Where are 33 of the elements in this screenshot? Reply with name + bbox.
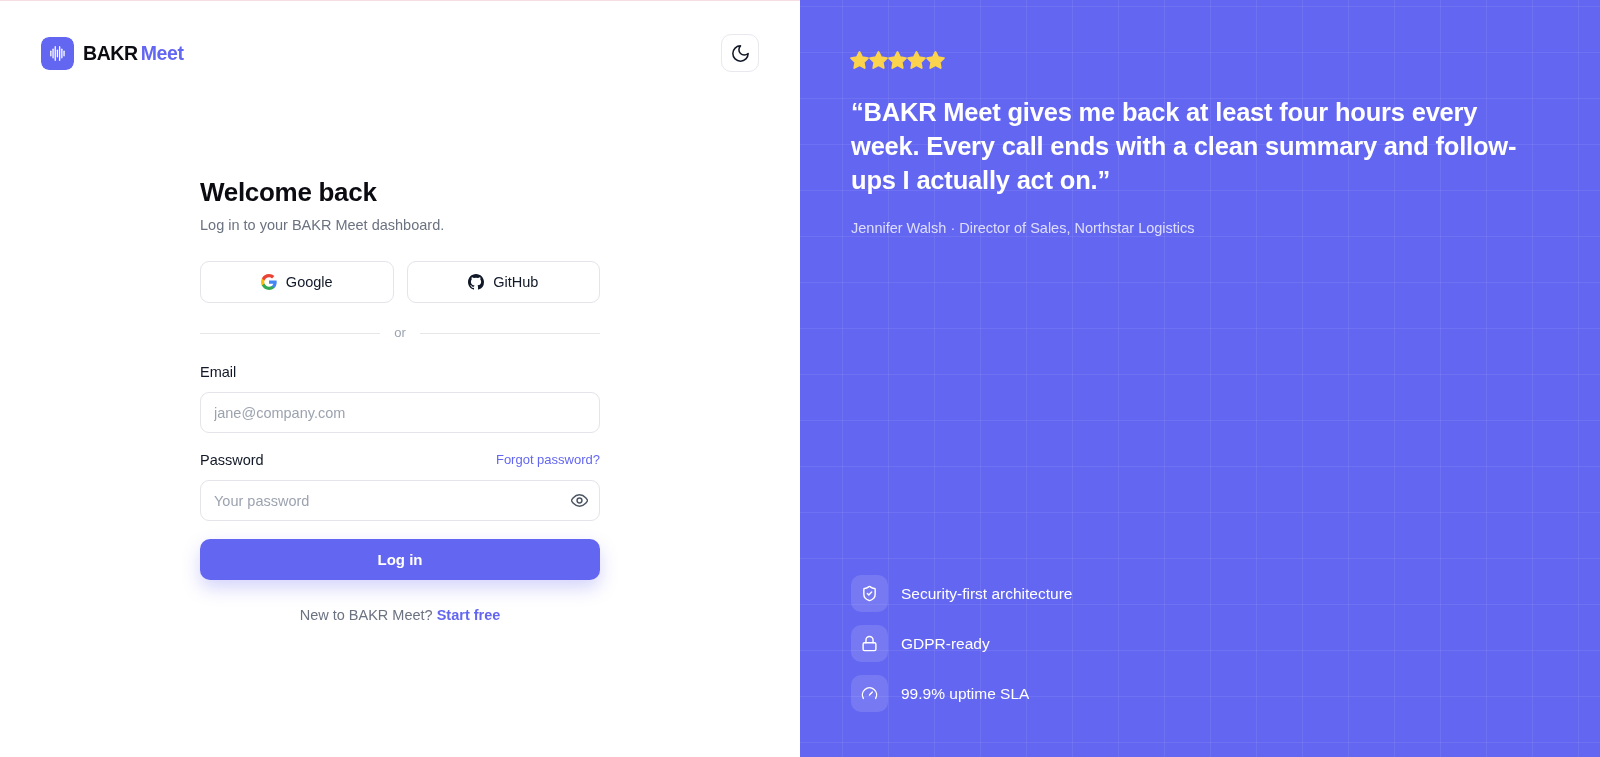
github-button[interactable]: GitHub <box>406 261 600 303</box>
brand-name: BAKR Meet <box>83 41 184 65</box>
password-field[interactable]: Your password <box>200 480 600 521</box>
star-icon <box>869 51 888 69</box>
signup-prompt: New to BAKR Meet? Start free <box>298 606 502 625</box>
gauge-icon <box>851 675 888 712</box>
shield-check-icon <box>851 575 888 612</box>
divider-label: or <box>393 324 407 342</box>
feature-label: 99.9% uptime SLA <box>901 683 1030 704</box>
feature-label: Security-first architecture <box>901 583 1073 604</box>
github-logo-icon <box>468 274 485 290</box>
form-subtitle: Log in to your BAKR Meet dashboard. <box>200 216 446 235</box>
eye-icon[interactable] <box>571 492 588 509</box>
feature-label: GDPR-ready <box>901 633 990 654</box>
moon-icon <box>731 44 749 62</box>
google-logo-icon <box>260 274 277 290</box>
login-button[interactable]: Log in <box>200 539 600 580</box>
field-label: Email <box>200 363 237 382</box>
google-button[interactable]: Google <box>200 261 394 303</box>
star-icon <box>907 51 926 69</box>
sound-wave-logo-icon <box>41 36 74 70</box>
star-icon <box>850 51 869 69</box>
lock-icon <box>851 625 888 662</box>
field-label: Password <box>200 451 264 470</box>
form-title: Welcome back <box>200 176 378 208</box>
testimonial-quote: “BAKR Meet gives me back at least four hours every week. Every call ends with a clean summary and follow-ups I actually act on.” <box>851 97 1518 196</box>
testimonial-author: Jennifer Walsh · Director of Sales, Northstar Logistics <box>851 219 1195 238</box>
theme-toggle-button[interactable] <box>721 34 759 72</box>
email-field[interactable]: jane@company.com <box>200 392 600 433</box>
forgot-password-link[interactable]: Forgot password? <box>495 450 600 470</box>
star-icon <box>926 51 945 69</box>
star-icon <box>888 51 907 69</box>
start-free-link[interactable]: Start free <box>436 607 501 623</box>
